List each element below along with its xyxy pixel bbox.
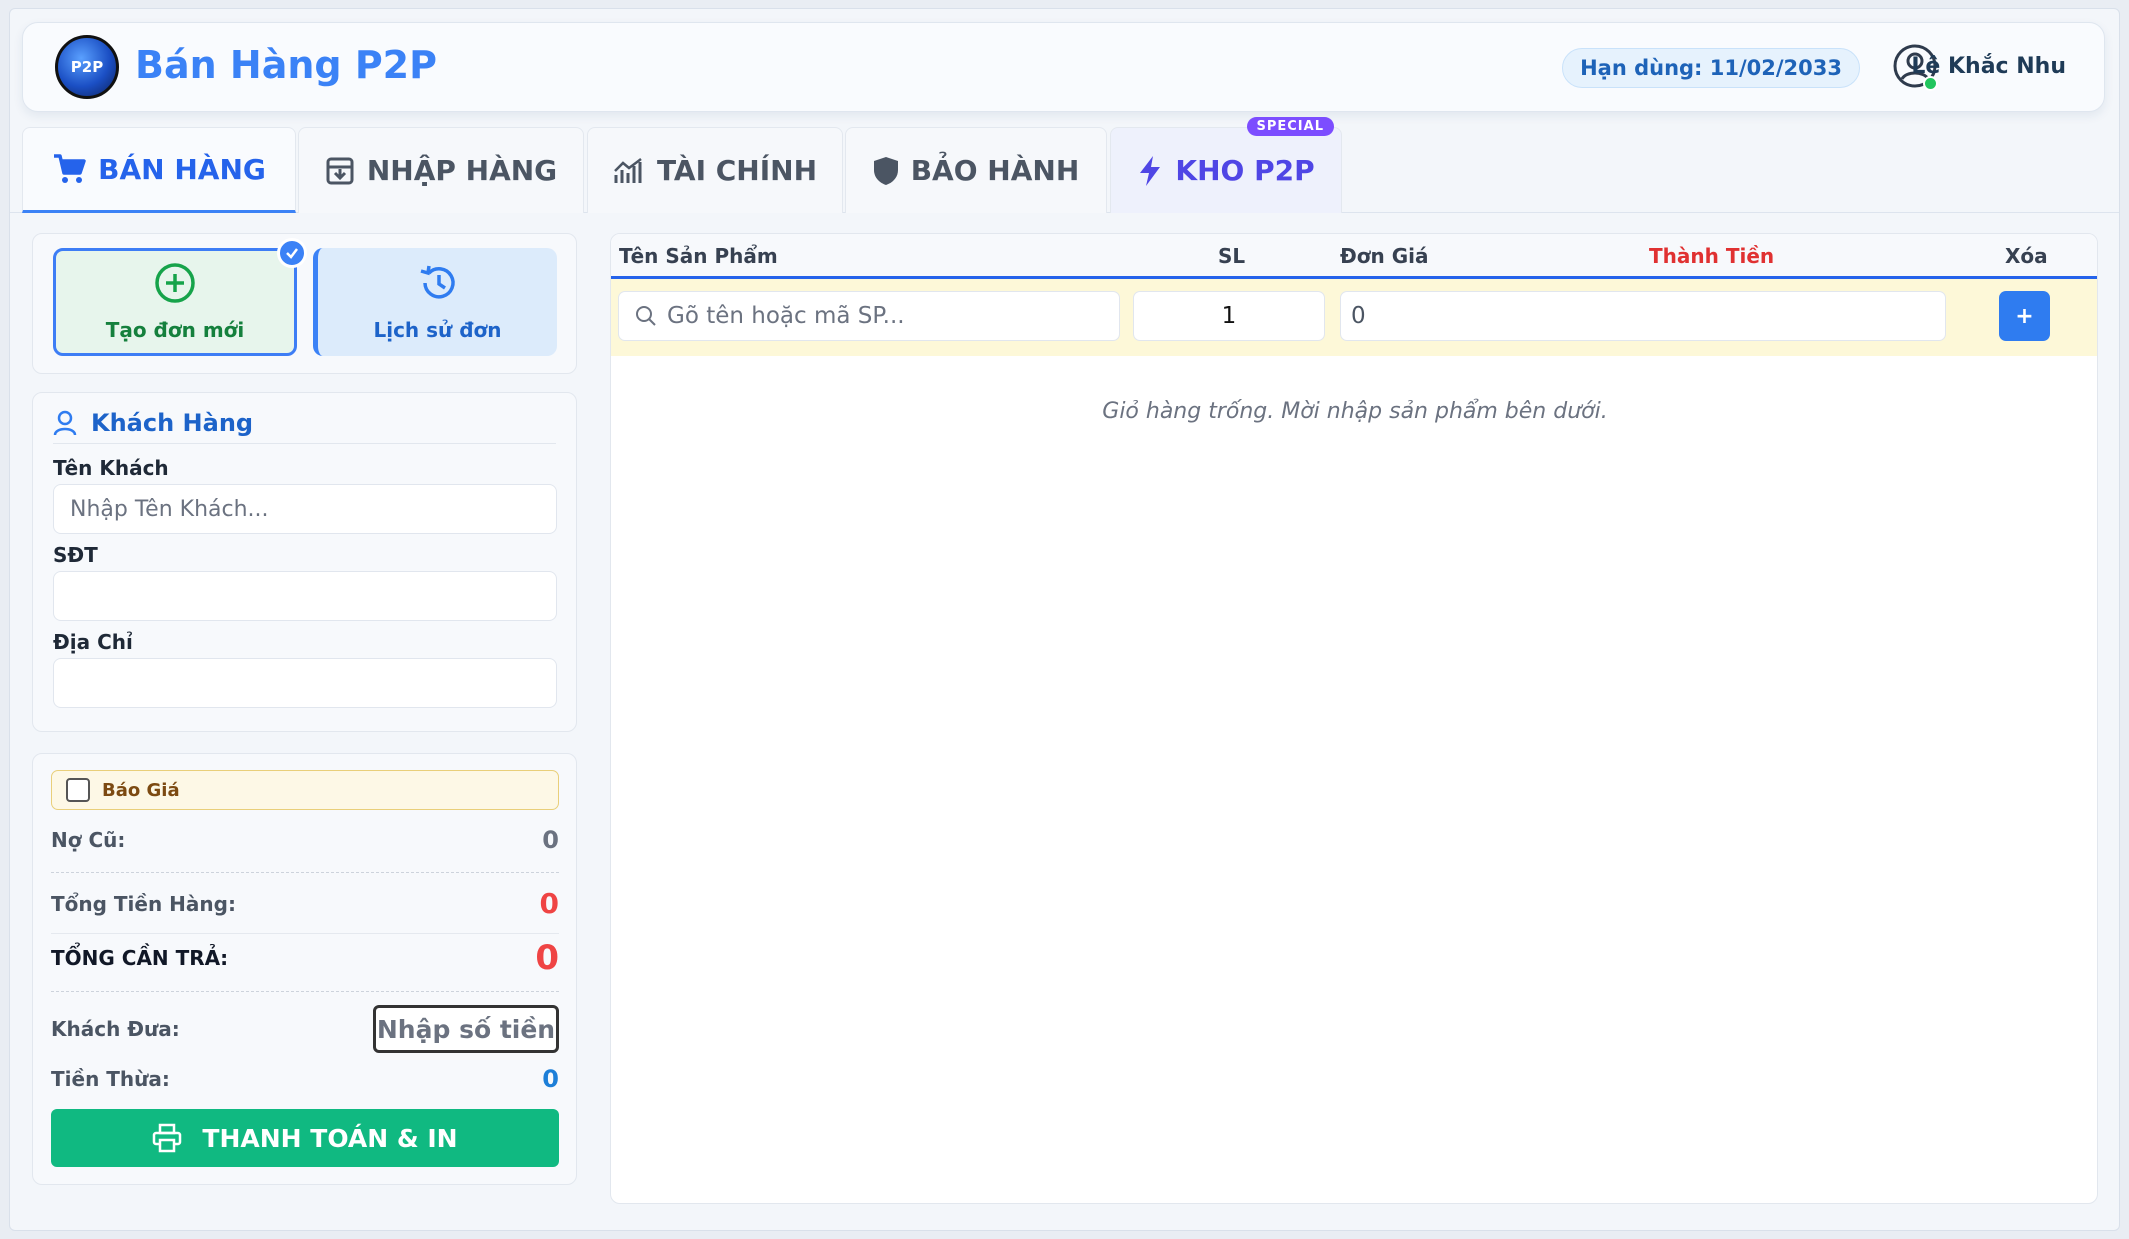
logo-text: P2P (70, 58, 104, 76)
paid-label: Khách Đưa: (51, 1017, 180, 1041)
section-divider (53, 443, 556, 444)
dashed-divider (51, 991, 559, 992)
divider (51, 933, 559, 934)
address-label: Địa Chỉ (53, 630, 133, 654)
subtotal-row: Tổng Tiền Hàng: 0 (51, 887, 559, 920)
customer-title: Khách Hàng (91, 409, 254, 437)
col-qty: SL (1218, 244, 1246, 268)
order-mode-card: Tạo đơn mới Lịch sử đơn (32, 233, 577, 374)
address-input[interactable] (53, 658, 557, 708)
person-icon (53, 410, 77, 436)
special-badge: SPECIAL (1246, 117, 1334, 136)
empty-cart-message: Giỏ hàng trống. Mời nhập sản phẩm bên dư… (1102, 399, 1608, 424)
shield-icon (873, 156, 898, 185)
checkout-label: THANH TOÁN & IN (202, 1123, 458, 1153)
tab-label: KHO P2P (1175, 154, 1315, 187)
app-logo: P2P (55, 35, 119, 99)
paid-row: Khách Đưa: Nhập số tiền (51, 1005, 559, 1053)
order-history-button[interactable]: Lịch sử đơn (313, 248, 557, 356)
selected-check-icon (277, 238, 307, 268)
expiry-badge: Hạn dùng: 11/02/2033 (1562, 48, 1860, 88)
search-placeholder: Gõ tên hoặc mã SP... (667, 303, 905, 329)
quote-checkbox[interactable] (66, 778, 90, 802)
qty-input[interactable]: 1 (1133, 291, 1325, 341)
change-label: Tiền Thừa: (51, 1067, 170, 1091)
col-delete: Xóa (2005, 244, 2048, 268)
col-amount: Thành Tiền (1649, 244, 1775, 268)
cart-table: Tên Sản Phẩm SL Đơn Giá Thành Tiền Xóa G… (610, 233, 2098, 1204)
col-product: Tên Sản Phẩm (619, 244, 778, 268)
tab-tai-chinh[interactable]: TÀI CHÍNH (587, 127, 843, 213)
new-order-button[interactable]: Tạo đơn mới (53, 238, 307, 356)
tab-label: NHẬP HÀNG (366, 154, 558, 187)
phone-label: SĐT (53, 543, 98, 567)
old-debt-label: Nợ Cũ: (51, 828, 126, 852)
total-value: 0 (535, 938, 559, 978)
tab-bao-hanh[interactable]: BẢO HÀNH (845, 127, 1107, 213)
checkout-print-button[interactable]: THANH TOÁN & IN (51, 1109, 559, 1167)
total-row: TỔNG CẦN TRẢ: 0 (51, 938, 559, 978)
tab-ban-hang[interactable]: BÁN HÀNG (22, 127, 296, 213)
import-icon (326, 157, 354, 184)
total-label: TỔNG CẦN TRẢ: (51, 946, 229, 970)
cart-header-row: Tên Sản Phẩm SL Đơn Giá Thành Tiền Xóa (611, 234, 2097, 279)
app-header: P2P Bán Hàng P2P Hạn dùng: 11/02/2033 Lê… (22, 22, 2105, 112)
history-icon (420, 265, 455, 299)
customer-name-input[interactable]: Nhập Tên Khách... (53, 484, 557, 534)
printer-icon (153, 1123, 182, 1153)
bolt-icon (1140, 155, 1161, 186)
tab-label: BẢO HÀNH (910, 154, 1080, 187)
product-search-input[interactable]: Gõ tên hoặc mã SP... (618, 291, 1120, 341)
tab-nhap-hang[interactable]: NHẬP HÀNG (298, 127, 584, 213)
phone-input[interactable] (53, 571, 557, 621)
dashed-divider (51, 872, 559, 873)
quote-toggle[interactable]: Báo Giá (51, 770, 559, 810)
search-icon (636, 306, 656, 326)
product-entry-row: Gõ tên hoặc mã SP... 1 0 + (611, 279, 2097, 356)
user-name[interactable]: Lê Khắc Nhu (1911, 54, 2066, 79)
customer-name-label: Tên Khách (53, 456, 169, 480)
subtotal-label: Tổng Tiền Hàng: (51, 891, 236, 916)
order-history-label: Lịch sử đơn (373, 318, 502, 342)
quote-label: Báo Giá (102, 779, 180, 801)
change-value: 0 (542, 1065, 559, 1093)
cart-icon (54, 154, 86, 183)
customer-section-title: Khách Hàng (53, 409, 253, 437)
old-debt-row: Nợ Cũ: 0 (51, 826, 559, 854)
customer-card: Khách Hàng Tên Khách Nhập Tên Khách... S… (32, 392, 577, 732)
tab-kho-p2p[interactable]: KHO P2P SPECIAL (1110, 117, 1342, 213)
new-order-label: Tạo đơn mới (105, 318, 245, 342)
paid-amount-input[interactable]: Nhập số tiền (373, 1005, 559, 1053)
app-title: Bán Hàng P2P (135, 43, 437, 87)
change-row: Tiền Thừa: 0 (51, 1065, 559, 1093)
plus-circle-icon (155, 263, 195, 303)
unit-price-input[interactable]: 0 (1340, 291, 1946, 341)
payment-summary-card: Báo Giá Nợ Cũ: 0 Tổng Tiền Hàng: 0 TỔNG … (32, 753, 577, 1185)
old-debt-value: 0 (542, 826, 559, 854)
tab-label: TÀI CHÍNH (656, 154, 818, 187)
add-item-button[interactable]: + (1999, 291, 2050, 341)
chart-icon (614, 157, 642, 183)
col-price: Đơn Giá (1340, 244, 1429, 268)
subtotal-value: 0 (539, 887, 559, 920)
tab-label: BÁN HÀNG (98, 152, 266, 186)
